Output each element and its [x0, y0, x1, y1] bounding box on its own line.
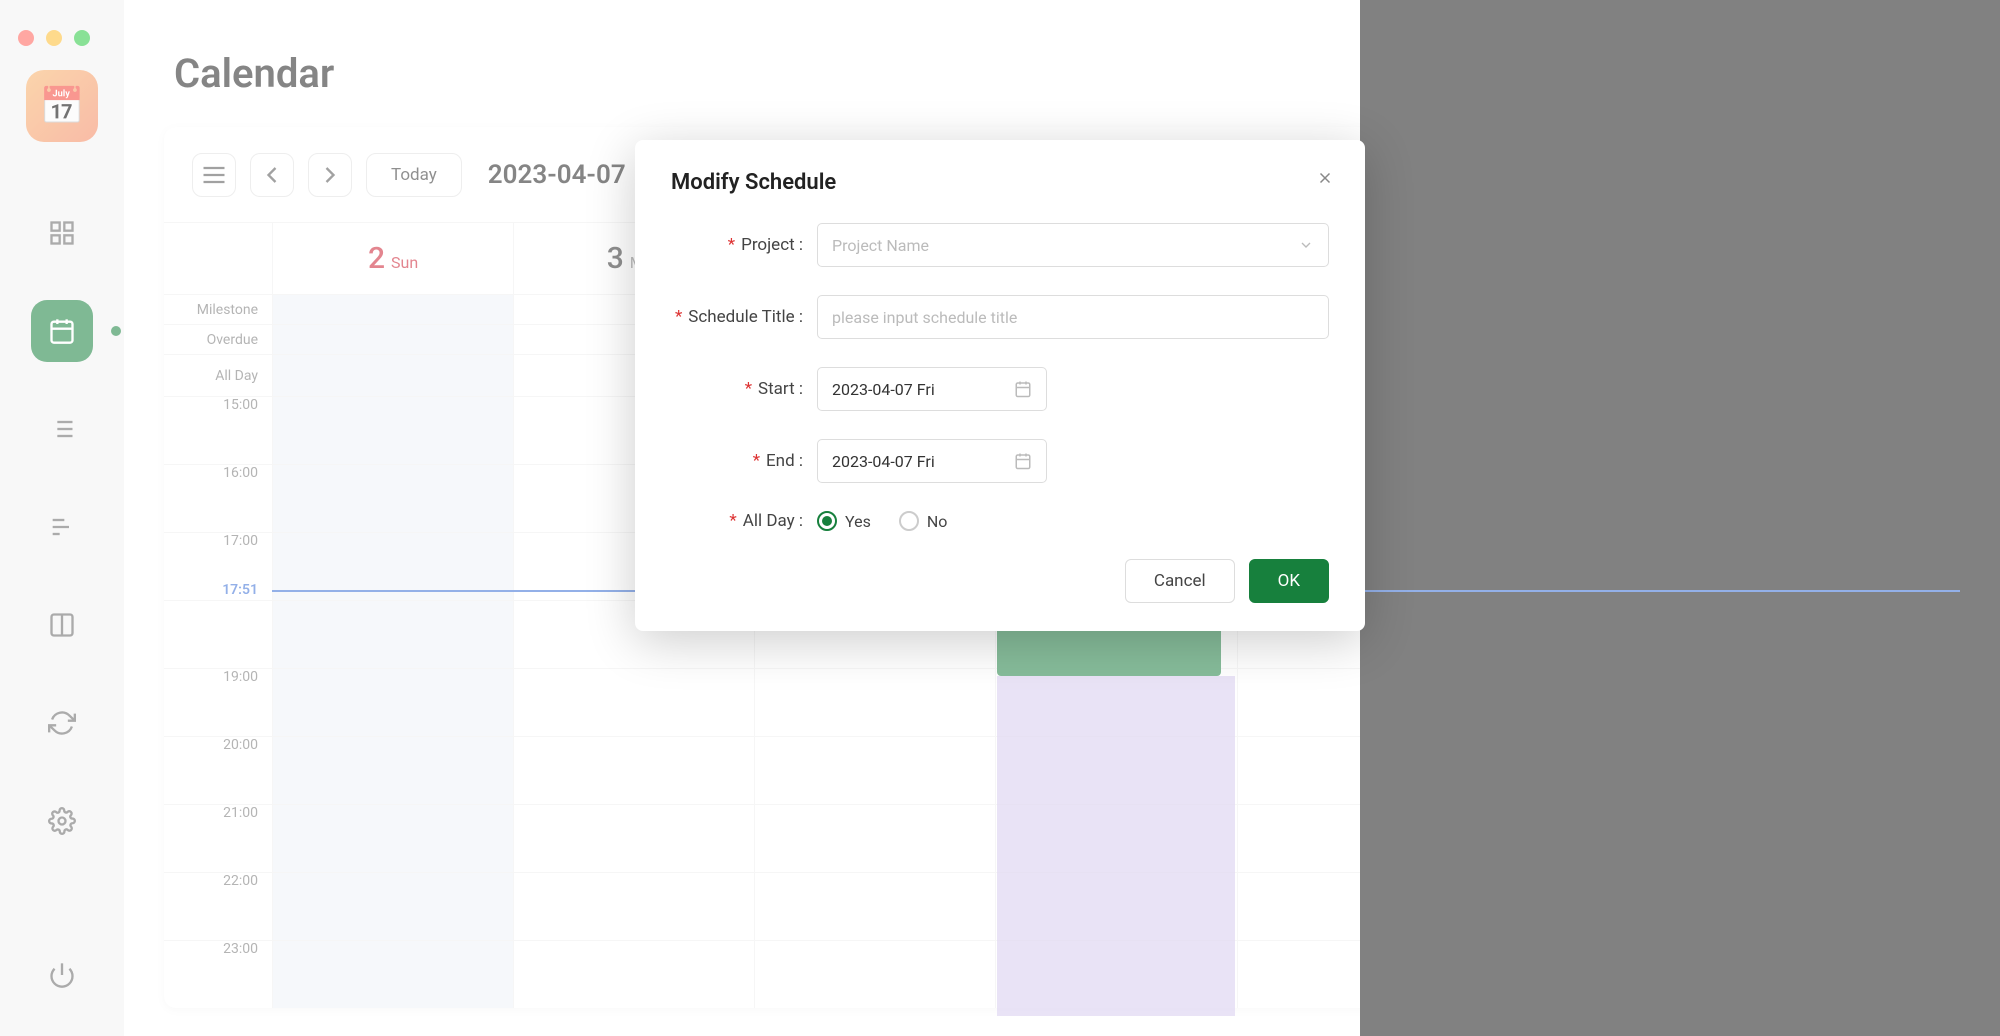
form-row-all-day: *All Day : Yes No — [671, 511, 1329, 531]
ok-button[interactable]: OK — [1249, 559, 1329, 603]
chevron-down-icon — [1298, 237, 1314, 253]
start-label: *Start : — [671, 379, 817, 399]
all-day-no-radio[interactable]: No — [899, 511, 948, 531]
calendar-small-icon — [1014, 452, 1032, 470]
form-row-schedule-title: *Schedule Title : — [671, 295, 1329, 339]
form-row-end: *End : 2023-04-07 Fri — [671, 439, 1329, 483]
project-label: *Project : — [671, 235, 817, 255]
all-day-yes-radio[interactable]: Yes — [817, 511, 871, 531]
radio-dot-checked — [817, 511, 837, 531]
schedule-title-input[interactable] — [817, 295, 1329, 339]
project-select[interactable]: Project Name — [817, 223, 1329, 267]
form-row-start: *Start : 2023-04-07 Fri — [671, 367, 1329, 411]
end-label: *End : — [671, 451, 817, 471]
modal-title: Modify Schedule — [671, 170, 1329, 195]
end-date-value: 2023-04-07 Fri — [832, 452, 935, 471]
modal-close-button[interactable] — [1311, 164, 1339, 192]
start-date-input[interactable]: 2023-04-07 Fri — [817, 367, 1047, 411]
cancel-button[interactable]: Cancel — [1125, 559, 1235, 603]
form-row-project: *Project : Project Name — [671, 223, 1329, 267]
end-date-input[interactable]: 2023-04-07 Fri — [817, 439, 1047, 483]
modify-schedule-modal: Modify Schedule *Project : Project Name … — [635, 140, 1365, 631]
modal-actions: Cancel OK — [671, 559, 1329, 603]
all-day-radio-group: Yes No — [817, 511, 947, 531]
close-icon — [1316, 169, 1334, 187]
schedule-title-label: *Schedule Title : — [671, 307, 817, 327]
radio-dot-unchecked — [899, 511, 919, 531]
calendar-small-icon — [1014, 380, 1032, 398]
start-date-value: 2023-04-07 Fri — [832, 380, 935, 399]
all-day-label: *All Day : — [671, 511, 817, 531]
project-placeholder: Project Name — [832, 236, 929, 255]
